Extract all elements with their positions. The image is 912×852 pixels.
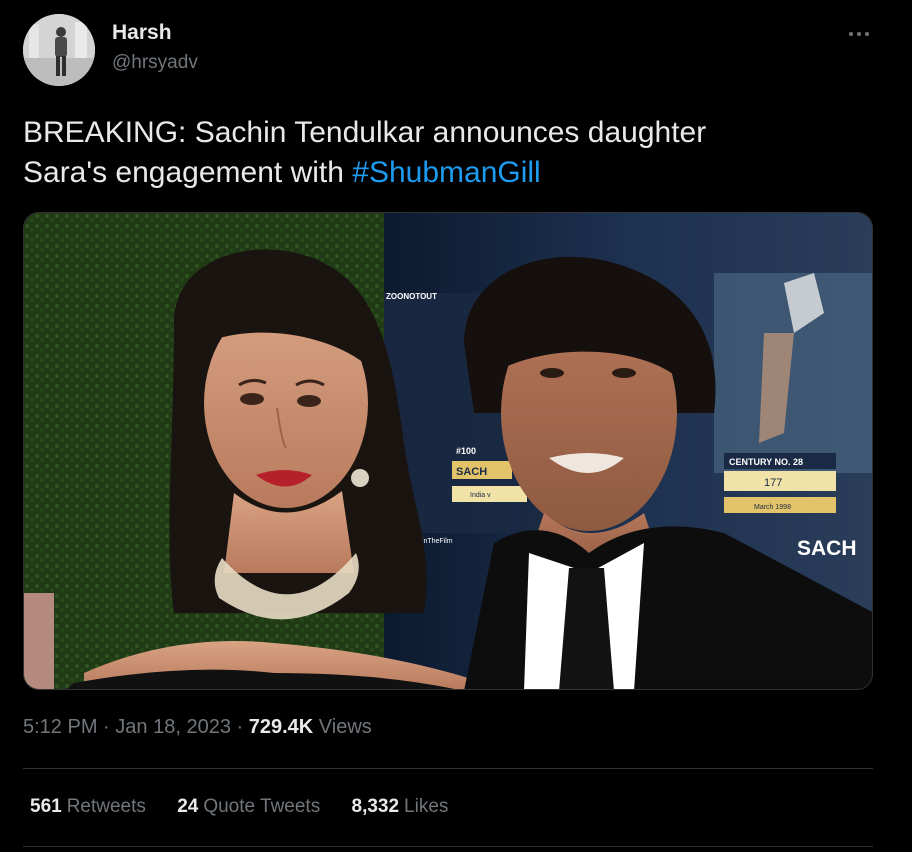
overlay-zoonotout: ZOONOTOUT <box>386 292 437 301</box>
likes-count: 8,332 <box>351 796 400 817</box>
photo-image: ZOONOTOUT #100 SACH India v /SachinTheFi… <box>24 213 872 689</box>
overlay-score: 177 <box>764 477 782 489</box>
divider <box>23 846 873 847</box>
avatar-image <box>23 14 95 86</box>
overlay-sach-small: SACH <box>456 466 487 478</box>
likes-stat[interactable]: 8,332 Likes <box>352 796 449 818</box>
overlay-india: India v <box>470 492 491 499</box>
divider <box>23 768 873 769</box>
hashtag-link[interactable]: #ShubmanGill <box>352 156 540 189</box>
views-label: Views <box>318 716 372 738</box>
tweet-text: BREAKING: Sachin Tendulkar announces dau… <box>23 113 883 193</box>
retweets-count: 561 <box>30 796 62 817</box>
retweets-stat[interactable]: 561 Retweets <box>30 796 146 818</box>
tweet-text-line-1: BREAKING: Sachin Tendulkar announces dau… <box>23 116 707 149</box>
tweet-media-photo[interactable]: ZOONOTOUT #100 SACH India v /SachinTheFi… <box>23 212 873 690</box>
author-handle[interactable]: @hrsyadv <box>112 52 198 74</box>
more-options-button[interactable] <box>838 20 880 48</box>
overlay-month: March 1998 <box>754 504 791 511</box>
tweet-text-line-2: Sara's engagement with #ShubmanGill <box>23 153 883 193</box>
avatar[interactable] <box>23 14 95 86</box>
tweet-text-line-2-prefix: Sara's engagement with <box>23 156 353 189</box>
overlay-hundred: #100 <box>456 446 476 456</box>
retweets-label: Retweets <box>66 796 146 817</box>
overlay-century: CENTURY NO. 28 <box>729 457 803 467</box>
views-count: 729.4K <box>248 716 314 738</box>
tweet-time[interactable]: 5:12 PM <box>23 716 97 738</box>
tweet-date[interactable]: Jan 18, 2023 <box>115 716 231 738</box>
engagement-stats: 561 Retweets 24 Quote Tweets 8,332 Likes <box>30 796 474 818</box>
meta-separator: · <box>103 716 110 738</box>
quote-tweets-stat[interactable]: 24 Quote Tweets <box>177 796 320 818</box>
author-display-name[interactable]: Harsh <box>112 21 172 45</box>
tweet: Harsh @hrsyadv BREAKING: Sachin Tendulka… <box>0 0 912 852</box>
overlay-sach-large: SACH <box>797 537 857 560</box>
quote-tweets-count: 24 <box>177 796 199 817</box>
quote-tweets-label: Quote Tweets <box>203 796 321 817</box>
meta-separator: · <box>236 716 244 738</box>
more-horizontal-icon <box>849 32 869 36</box>
tweet-meta: 5:12 PM · Jan 18, 2023 · 729.4K Views <box>23 716 372 739</box>
likes-label: Likes <box>404 796 449 817</box>
